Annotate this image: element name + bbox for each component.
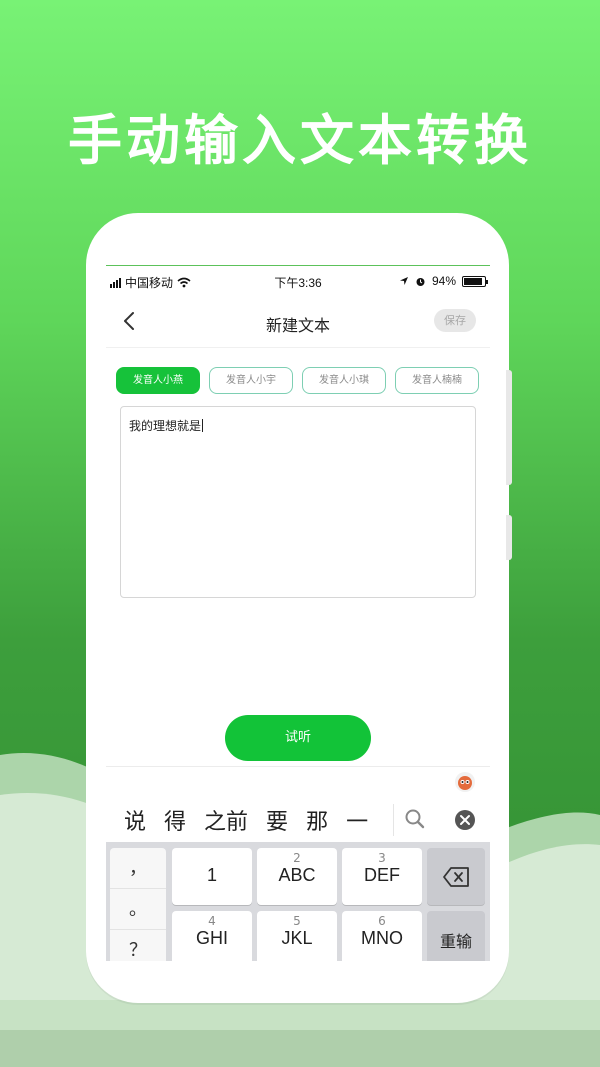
key-1[interactable]: 1 — [172, 848, 252, 905]
candidate-word[interactable]: 说 — [106, 804, 155, 836]
key-mno[interactable]: 6 MNO — [342, 911, 422, 961]
ime-logo-icon[interactable] — [454, 771, 476, 793]
nav-bar: 新建文本 保存 — [106, 296, 490, 348]
candidate-word[interactable]: 得 — [155, 804, 195, 836]
status-bar: 中国移动 下午3:36 94% — [106, 266, 490, 296]
battery-percent: 94% — [431, 274, 456, 288]
voice-selector: 发音人小燕 发音人小宇 发音人小琪 发音人楠楠 — [116, 367, 479, 394]
keyboard: ， 。 ？ 1 2 ABC 3 DEF 4 GHI 5 JKL 6 MNO 重输 — [106, 842, 490, 961]
text-input-value: 我的理想就是 — [129, 419, 202, 433]
backspace-key[interactable] — [427, 848, 485, 905]
voice-option-xiaoyan[interactable]: 发音人小燕 — [116, 367, 200, 394]
text-input-area[interactable]: 我的理想就是 — [120, 406, 476, 598]
voice-option-nannan[interactable]: 发音人楠楠 — [395, 367, 479, 394]
candidate-bar: 说 得 之前 要 那 一 — [106, 798, 490, 842]
key-jkl[interactable]: 5 JKL — [257, 911, 337, 961]
close-icon[interactable] — [452, 807, 478, 833]
backspace-icon — [443, 867, 469, 887]
search-icon[interactable] — [402, 806, 428, 832]
reenter-key[interactable]: 重输 — [427, 911, 485, 961]
hero-title: 手动输入文本转换 — [68, 109, 532, 172]
candidate-word[interactable]: 那 — [297, 804, 337, 836]
phone-screen: 中国移动 下午3:36 94% 新建文本 保存 发音人小燕 发音人小宇 发音人小… — [106, 265, 490, 961]
key-def[interactable]: 3 DEF — [342, 848, 422, 905]
voice-option-xiaoyu[interactable]: 发音人小宇 — [209, 367, 293, 394]
candidate-word[interactable]: 要 — [257, 804, 297, 836]
listen-button[interactable]: 试听 — [225, 715, 371, 761]
punct-key-period[interactable]: 。 — [110, 889, 166, 930]
text-caret — [202, 419, 204, 432]
candidate-divider — [393, 804, 394, 836]
phone-side-button — [506, 370, 512, 485]
punct-key-comma[interactable]: ， — [110, 848, 166, 889]
punct-key-question[interactable]: ？ — [110, 930, 166, 961]
key-abc[interactable]: 2 ABC — [257, 848, 337, 905]
key-ghi[interactable]: 4 GHI — [172, 911, 252, 961]
keyboard-divider — [106, 766, 490, 767]
punctuation-column: ， 。 ？ — [110, 848, 166, 961]
save-button[interactable]: 保存 — [434, 309, 476, 332]
voice-option-xiaoqi[interactable]: 发音人小琪 — [302, 367, 386, 394]
alarm-icon — [416, 277, 425, 286]
candidate-word[interactable]: 之前 — [195, 804, 257, 836]
page-title: 新建文本 — [265, 316, 330, 335]
location-icon — [399, 277, 408, 285]
candidate-word[interactable]: 一 — [337, 804, 377, 836]
battery-icon — [462, 275, 488, 287]
phone-side-button — [506, 515, 512, 560]
